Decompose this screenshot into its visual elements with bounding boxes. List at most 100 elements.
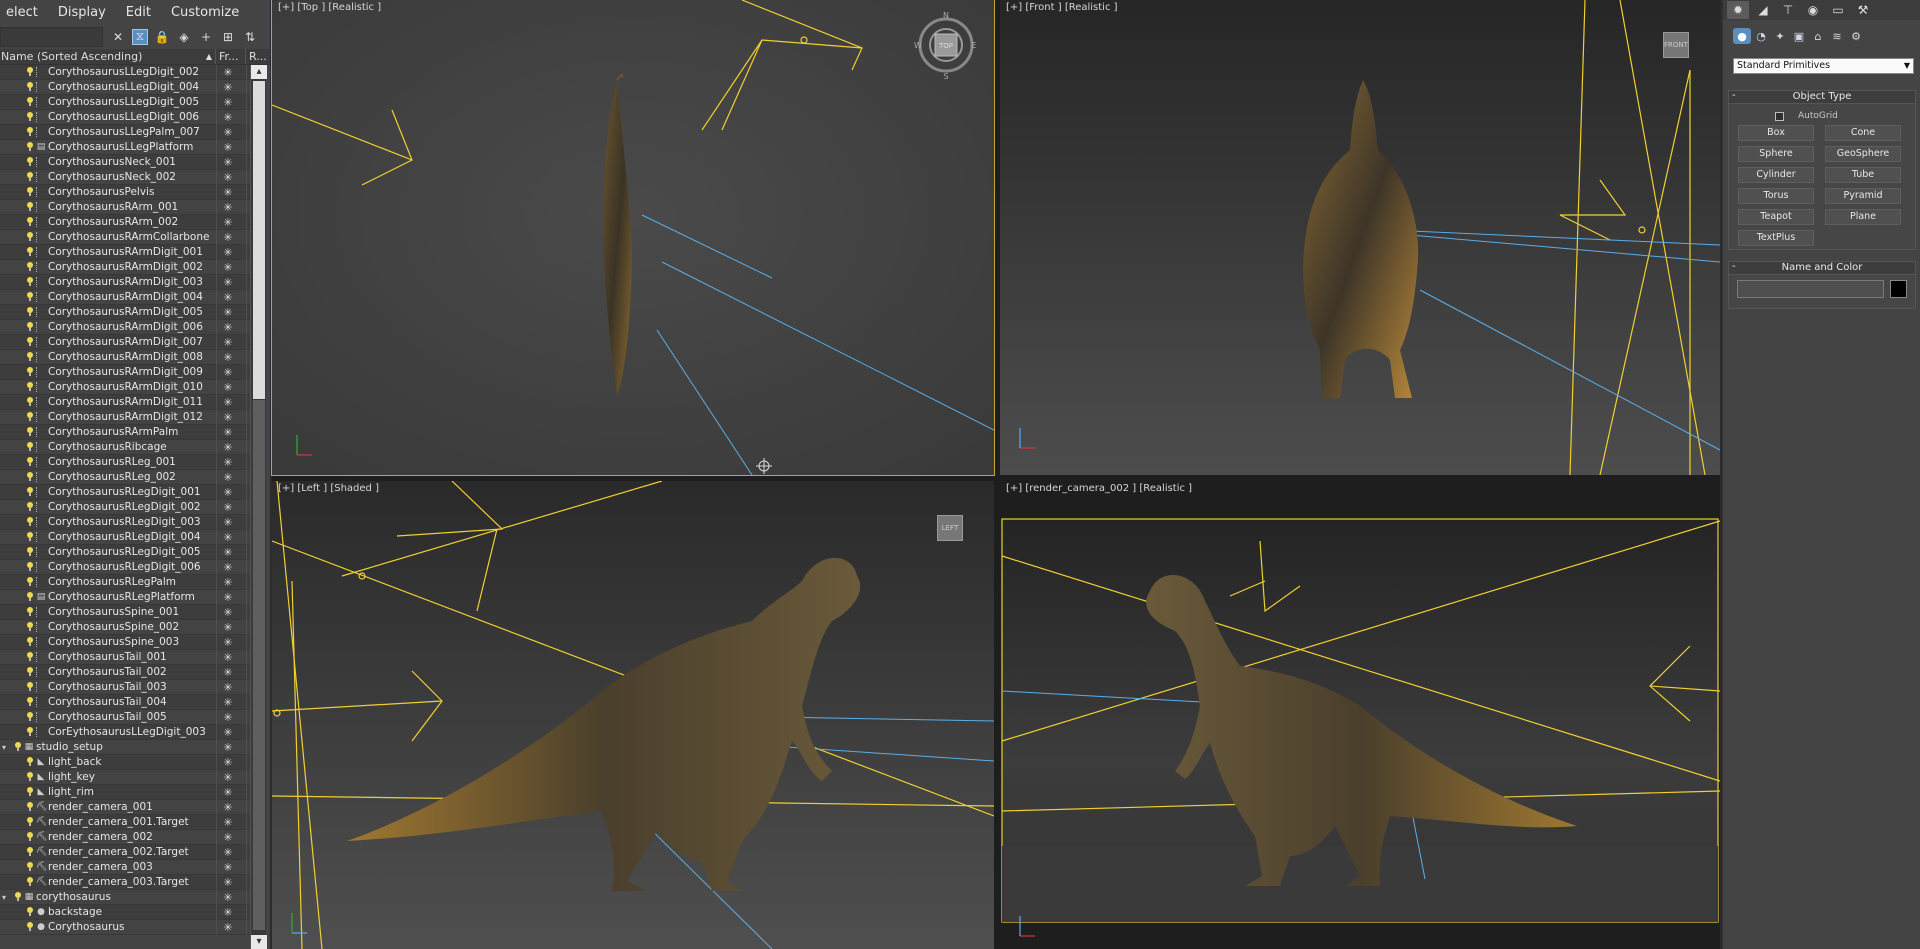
freeze-toggle-icon[interactable]: ✳ [222,411,234,424]
teapot-button[interactable]: Teapot [1738,209,1814,225]
visibility-bulb-icon[interactable] [26,307,34,317]
visibility-bulb-icon[interactable] [26,292,34,302]
visibility-bulb-icon[interactable] [26,847,34,857]
visibility-bulb-icon[interactable] [26,202,34,212]
box-button[interactable]: Box [1738,125,1814,141]
viewcube-front[interactable]: FRONT [1663,32,1689,58]
menu-display[interactable]: Display [48,5,116,20]
helpers-icon[interactable]: ⌂ [1809,28,1827,44]
freeze-toggle-icon[interactable]: ✳ [222,246,234,259]
create-tab-icon[interactable]: ✹ [1727,1,1749,19]
visibility-bulb-icon[interactable] [26,382,34,392]
visibility-bulb-icon[interactable] [26,262,34,272]
visibility-bulb-icon[interactable] [26,862,34,872]
clear-search-icon[interactable]: ✕ [110,29,126,45]
frozen-column-header[interactable]: Fr... [216,49,246,64]
freeze-toggle-icon[interactable]: ✳ [222,171,234,184]
freeze-toggle-icon[interactable]: ✳ [222,111,234,124]
visibility-bulb-icon[interactable] [26,337,34,347]
freeze-toggle-icon[interactable]: ✳ [222,546,234,559]
freeze-toggle-icon[interactable]: ✳ [222,891,234,904]
freeze-toggle-icon[interactable]: ✳ [222,801,234,814]
tree-row[interactable]: CorythosaurusNeck_002 ✳ [0,170,250,185]
scroll-down-icon[interactable]: ▾ [251,935,267,949]
visibility-bulb-icon[interactable] [26,922,34,932]
freeze-toggle-icon[interactable]: ✳ [222,441,234,454]
visibility-bulb-icon[interactable] [26,142,34,152]
object-name-field[interactable] [1737,280,1884,298]
tree-row[interactable]: CorythosaurusRArmDigit_006 ✳ [0,320,250,335]
visibility-bulb-icon[interactable] [26,427,34,437]
object-color-swatch[interactable] [1890,280,1907,298]
freeze-toggle-icon[interactable]: ✳ [222,306,234,319]
tree-row[interactable]: CorythosaurusTail_002 ✳ [0,665,250,680]
cylinder-button[interactable]: Cylinder [1738,167,1814,183]
freeze-toggle-icon[interactable]: ✳ [222,621,234,634]
visibility-bulb-icon[interactable] [26,217,34,227]
freeze-toggle-icon[interactable]: ✳ [222,516,234,529]
freeze-toggle-icon[interactable]: ✳ [222,351,234,364]
visibility-bulb-icon[interactable] [26,172,34,182]
tree-row[interactable]: CorythosaurusRLegPalm ✳ [0,575,250,590]
freeze-toggle-icon[interactable]: ✳ [222,336,234,349]
hierarchy-icon[interactable]: ⊞ [220,29,236,45]
freeze-toggle-icon[interactable]: ✳ [222,321,234,334]
freeze-toggle-icon[interactable]: ✳ [222,606,234,619]
tree-row[interactable]: CorythosaurusRLegDigit_006 ✳ [0,560,250,575]
tree-row[interactable]: CorythosaurusRArmDigit_007 ✳ [0,335,250,350]
tree-row[interactable]: CorythosaurusRLegDigit_003 ✳ [0,515,250,530]
freeze-toggle-icon[interactable]: ✳ [222,396,234,409]
tree-row[interactable]: CorythosaurusTail_004 ✳ [0,695,250,710]
visibility-bulb-icon[interactable] [26,517,34,527]
tree-row[interactable]: CorythosaurusSpine_001 ✳ [0,605,250,620]
freeze-toggle-icon[interactable]: ✳ [222,66,234,79]
visibility-bulb-icon[interactable] [26,367,34,377]
visibility-bulb-icon[interactable] [26,577,34,587]
tree-row[interactable]: CorythosaurusLLegDigit_006 ✳ [0,110,250,125]
sort-icon[interactable]: ⇅ [242,29,258,45]
visibility-bulb-icon[interactable] [26,322,34,332]
freeze-toggle-icon[interactable]: ✳ [222,681,234,694]
name-color-header[interactable]: - Name and Color [1729,261,1915,275]
freeze-toggle-icon[interactable]: ✳ [222,501,234,514]
tree-row[interactable]: CorythosaurusLLegDigit_005 ✳ [0,95,250,110]
freeze-toggle-icon[interactable]: ✳ [222,231,234,244]
freeze-toggle-icon[interactable]: ✳ [222,201,234,214]
freeze-toggle-icon[interactable]: ✳ [222,726,234,739]
freeze-toggle-icon[interactable]: ✳ [222,216,234,229]
tree-row[interactable]: CorythosaurusRArm_002 ✳ [0,215,250,230]
freeze-toggle-icon[interactable]: ✳ [222,696,234,709]
add-icon[interactable]: + [198,29,214,45]
freeze-toggle-icon[interactable]: ✳ [222,381,234,394]
freeze-toggle-icon[interactable]: ✳ [222,741,234,754]
tree-row[interactable]: ▾ ▦ corythosaurus ✳ [0,890,250,905]
visibility-bulb-icon[interactable] [26,232,34,242]
viewport-camera-label[interactable]: [+] [render_camera_002 ] [Realistic ] [1006,483,1192,494]
tree-row[interactable]: ● backstage ✳ [0,905,250,920]
visibility-bulb-icon[interactable] [26,907,34,917]
visibility-bulb-icon[interactable] [26,82,34,92]
visibility-bulb-icon[interactable] [26,607,34,617]
visibility-bulb-icon[interactable] [26,817,34,827]
scroll-thumb[interactable] [253,81,265,399]
tree-row[interactable]: CorythosaurusSpine_002 ✳ [0,620,250,635]
visibility-bulb-icon[interactable] [26,562,34,572]
display-tab-icon[interactable]: ▭ [1827,1,1849,19]
visibility-bulb-icon[interactable] [26,712,34,722]
freeze-toggle-icon[interactable]: ✳ [222,771,234,784]
tree-row[interactable]: CorythosaurusRArmDigit_012 ✳ [0,410,250,425]
expand-arrow-icon[interactable]: ▾ [2,743,12,752]
expand-arrow-icon[interactable]: ▾ [2,893,12,902]
freeze-toggle-icon[interactable]: ✳ [222,591,234,604]
freeze-toggle-icon[interactable]: ✳ [222,921,234,934]
visibility-bulb-icon[interactable] [26,112,34,122]
freeze-toggle-icon[interactable]: ✳ [222,756,234,769]
freeze-toggle-icon[interactable]: ✳ [222,531,234,544]
freeze-toggle-icon[interactable]: ✳ [222,126,234,139]
primitive-type-dropdown[interactable]: Standard Primitives ▼ [1733,58,1914,74]
viewport-left[interactable]: LEFT [+] [Left ] [Shaded ] [272,481,994,949]
visibility-bulb-icon[interactable] [26,352,34,362]
search-input[interactable] [0,26,103,47]
freeze-toggle-icon[interactable]: ✳ [222,141,234,154]
tree-row[interactable]: CorythosaurusLLegDigit_002 ✳ [0,65,250,80]
